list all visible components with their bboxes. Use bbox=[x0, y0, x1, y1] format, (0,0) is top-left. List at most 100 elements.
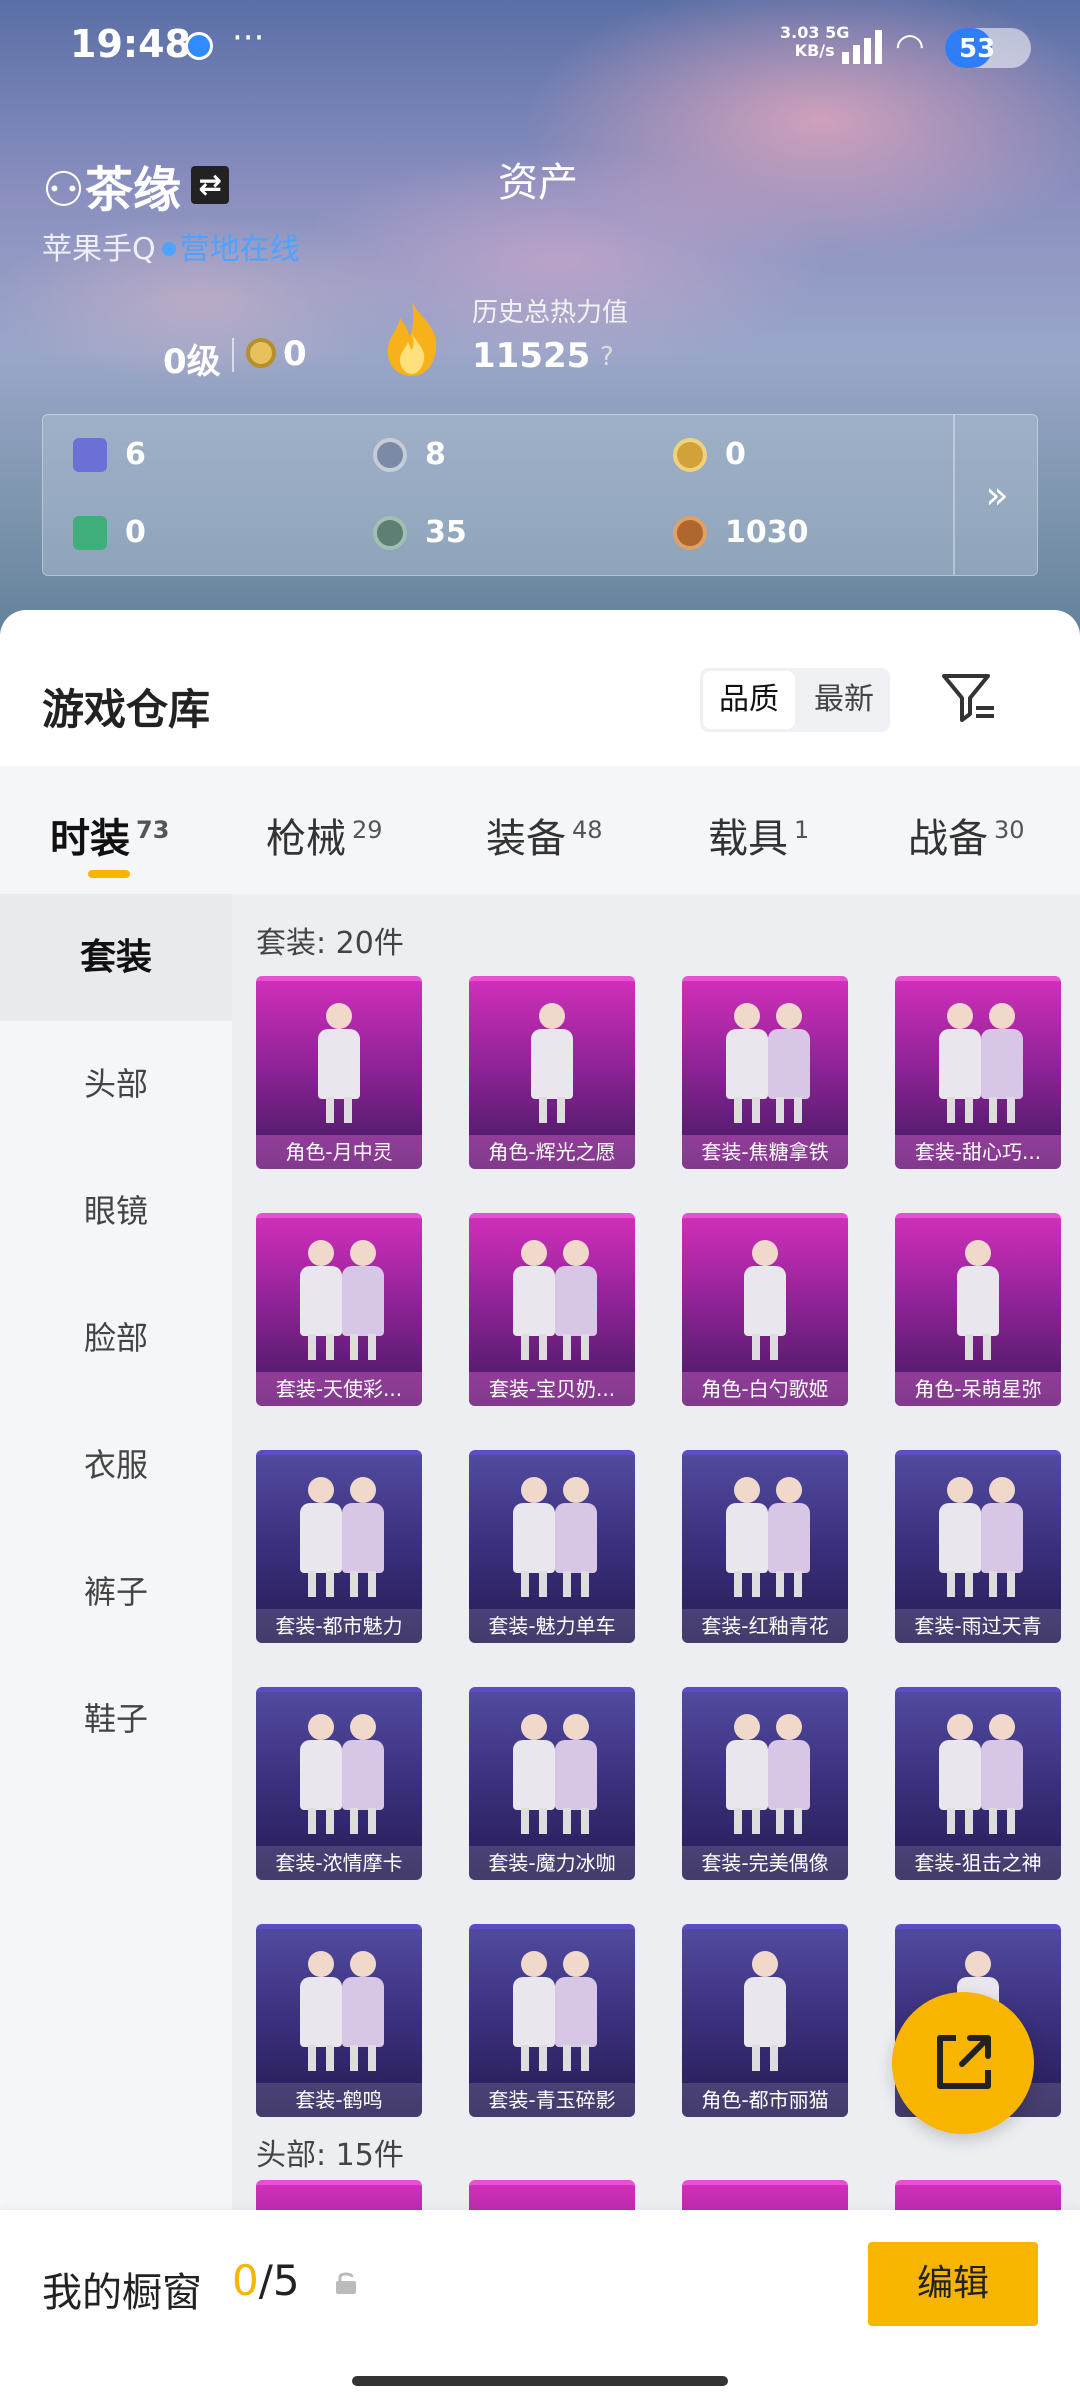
lock-icon bbox=[336, 2272, 356, 2294]
profile-header: 19:48 ··· 3.03 5G KB/s ◠ 53 ⚇茶缘 ⇄ 苹果手Q 营地… bbox=[0, 0, 1080, 640]
warehouse-sheet: 游戏仓库 品质 最新 时装 73 枪械 29 装备 48 载具 1 战备 30 套装 头部… bbox=[0, 610, 1080, 2400]
item-name: 套装-魔力冰咖 bbox=[469, 1846, 635, 1880]
active-tab-indicator bbox=[88, 870, 130, 878]
sidebar-item-pants[interactable]: 裤子 bbox=[0, 1529, 232, 1656]
item-name: 套装-红釉青花 bbox=[682, 1609, 848, 1643]
outfit-image bbox=[294, 1477, 384, 1597]
item-card[interactable]: 套装-完美偶像 bbox=[682, 1687, 848, 1880]
item-name: 套装-甜心巧... bbox=[895, 1135, 1061, 1169]
subcategory-sidebar: 套装 头部 眼镜 脸部 衣服 裤子 鞋子 bbox=[0, 894, 232, 2400]
item-card[interactable]: 套装-青玉碎影 bbox=[469, 1924, 635, 2117]
asset-bronze-coin[interactable]: 1030 bbox=[673, 515, 809, 550]
item-card[interactable]: 角色-白勺歌姬 bbox=[682, 1213, 848, 1406]
item-card[interactable]: 套装-魔力冰咖 bbox=[469, 1687, 635, 1880]
sidebar-item-head[interactable]: 头部 bbox=[0, 1021, 232, 1148]
item-name: 套装-宝贝奶... bbox=[469, 1372, 635, 1406]
item-card[interactable]: 套装-焦糖拿铁 bbox=[682, 976, 848, 1169]
sidebar-item-suit[interactable]: 套装 bbox=[0, 894, 232, 1021]
sort-toggle: 品质 最新 bbox=[700, 668, 890, 732]
username[interactable]: ⚇茶缘 ⇄ bbox=[42, 150, 230, 220]
sidebar-item-clothes[interactable]: 衣服 bbox=[0, 1402, 232, 1529]
tab-supplies[interactable]: 战备 30 bbox=[908, 806, 1025, 864]
outfit-image bbox=[294, 1951, 384, 2071]
sort-quality-button[interactable]: 品质 bbox=[703, 671, 795, 729]
switch-account-icon[interactable]: ⇄ bbox=[191, 166, 230, 204]
clock: 19:48 bbox=[70, 22, 191, 66]
outfit-image bbox=[951, 1240, 1005, 1360]
item-name: 套装-魅力单车 bbox=[469, 1609, 635, 1643]
item-card[interactable]: 套装-都市魅力 bbox=[256, 1450, 422, 1643]
coin-icon bbox=[373, 437, 407, 472]
flame-icon bbox=[387, 302, 437, 376]
sidebar-item-face[interactable]: 脸部 bbox=[0, 1275, 232, 1402]
tab-vehicles[interactable]: 载具 1 bbox=[708, 806, 809, 864]
notification-icon bbox=[185, 32, 213, 60]
edit-button[interactable]: 编辑 bbox=[868, 2242, 1038, 2326]
home-indicator[interactable] bbox=[352, 2376, 728, 2386]
outfit-image bbox=[738, 1240, 792, 1360]
help-icon[interactable]: ? bbox=[600, 342, 614, 372]
asset-panel: 6 8 0 0 35 1030 » bbox=[42, 414, 1038, 576]
ticket-icon bbox=[73, 515, 107, 550]
expand-assets-button[interactable]: » bbox=[953, 415, 1039, 575]
item-card[interactable]: 角色-月中灵 bbox=[256, 976, 422, 1169]
item-name: 套装-天使彩... bbox=[256, 1372, 422, 1406]
item-card[interactable]: 套装-甜心巧... bbox=[895, 976, 1061, 1169]
item-card[interactable]: 角色-都市丽猫 bbox=[682, 1924, 848, 2117]
item-card[interactable]: 套装-宝贝奶... bbox=[469, 1213, 635, 1406]
outfit-image bbox=[933, 1003, 1023, 1123]
outfit-image bbox=[738, 1951, 792, 2071]
item-card[interactable]: 角色-辉光之愿 bbox=[469, 976, 635, 1169]
outfit-image bbox=[294, 1714, 384, 1834]
battery-icon: 53 bbox=[945, 28, 1031, 68]
sidebar-item-glasses[interactable]: 眼镜 bbox=[0, 1148, 232, 1275]
gold-coin-icon bbox=[673, 437, 707, 472]
item-name: 套装-雨过天青 bbox=[895, 1609, 1061, 1643]
section-label-suit: 套装: 20件 bbox=[256, 926, 404, 961]
medal-count: 0 bbox=[283, 334, 307, 374]
share-button[interactable] bbox=[892, 1992, 1034, 2134]
item-card[interactable]: 套装-浓情摩卡 bbox=[256, 1687, 422, 1880]
item-card[interactable]: 套装-狙击之神 bbox=[895, 1687, 1061, 1880]
tab-fashion[interactable]: 时装 73 bbox=[50, 806, 169, 864]
category-tabs: 时装 73 枪械 29 装备 48 载具 1 战备 30 bbox=[0, 766, 1080, 894]
showcase-title: 我的橱窗 bbox=[42, 2270, 202, 2316]
item-name: 套装-鹤鸣 bbox=[256, 2083, 422, 2117]
item-name: 套装-都市魅力 bbox=[256, 1609, 422, 1643]
asset-gold-coin[interactable]: 0 bbox=[673, 437, 746, 472]
status-bar: 19:48 ··· 3.03 5G KB/s ◠ 53 bbox=[0, 0, 1080, 90]
outfit-image bbox=[933, 1477, 1023, 1597]
more-notifications-icon: ··· bbox=[232, 18, 265, 58]
outfit-image bbox=[507, 1714, 597, 1834]
item-grid: 套装: 20件 角色-月中灵 角色-辉光之愿 套装-焦糖拿铁 套装-甜心巧... 套装-… bbox=[232, 894, 1080, 2400]
item-card[interactable]: 套装-魅力单车 bbox=[469, 1450, 635, 1643]
card-icon bbox=[73, 437, 107, 472]
item-name: 角色-白勺歌姬 bbox=[682, 1372, 848, 1406]
item-name: 角色-呆萌星弥 bbox=[895, 1372, 1061, 1406]
warehouse-title: 游戏仓库 bbox=[42, 685, 211, 734]
showcase-count: 0/5 bbox=[232, 2256, 300, 2305]
sidebar-item-shoes[interactable]: 鞋子 bbox=[0, 1656, 232, 1783]
gem-icon bbox=[373, 515, 407, 550]
filter-icon[interactable] bbox=[940, 670, 996, 726]
item-card[interactable]: 套装-红釉青花 bbox=[682, 1450, 848, 1643]
outfit-image bbox=[507, 1240, 597, 1360]
asset-ticket[interactable]: 0 bbox=[73, 515, 146, 550]
item-card[interactable]: 套装-雨过天青 bbox=[895, 1450, 1061, 1643]
tab-weapons[interactable]: 枪械 29 bbox=[266, 806, 383, 864]
asset-coin[interactable]: 8 bbox=[373, 437, 446, 472]
outfit-image bbox=[720, 1477, 810, 1597]
item-card[interactable]: 套装-天使彩... bbox=[256, 1213, 422, 1406]
tab-equipment[interactable]: 装备 48 bbox=[486, 806, 603, 864]
asset-card[interactable]: 6 bbox=[73, 437, 146, 472]
item-name: 套装-狙击之神 bbox=[895, 1846, 1061, 1880]
outfit-image bbox=[507, 1951, 597, 2071]
medal-icon bbox=[246, 338, 276, 368]
sort-newest-button[interactable]: 最新 bbox=[798, 668, 890, 732]
asset-gem[interactable]: 35 bbox=[373, 515, 467, 550]
item-name: 角色-辉光之愿 bbox=[469, 1135, 635, 1169]
item-card[interactable]: 套装-鹤鸣 bbox=[256, 1924, 422, 2117]
player-level: 0级 bbox=[163, 342, 221, 382]
outfit-image bbox=[312, 1003, 366, 1123]
item-card[interactable]: 角色-呆萌星弥 bbox=[895, 1213, 1061, 1406]
